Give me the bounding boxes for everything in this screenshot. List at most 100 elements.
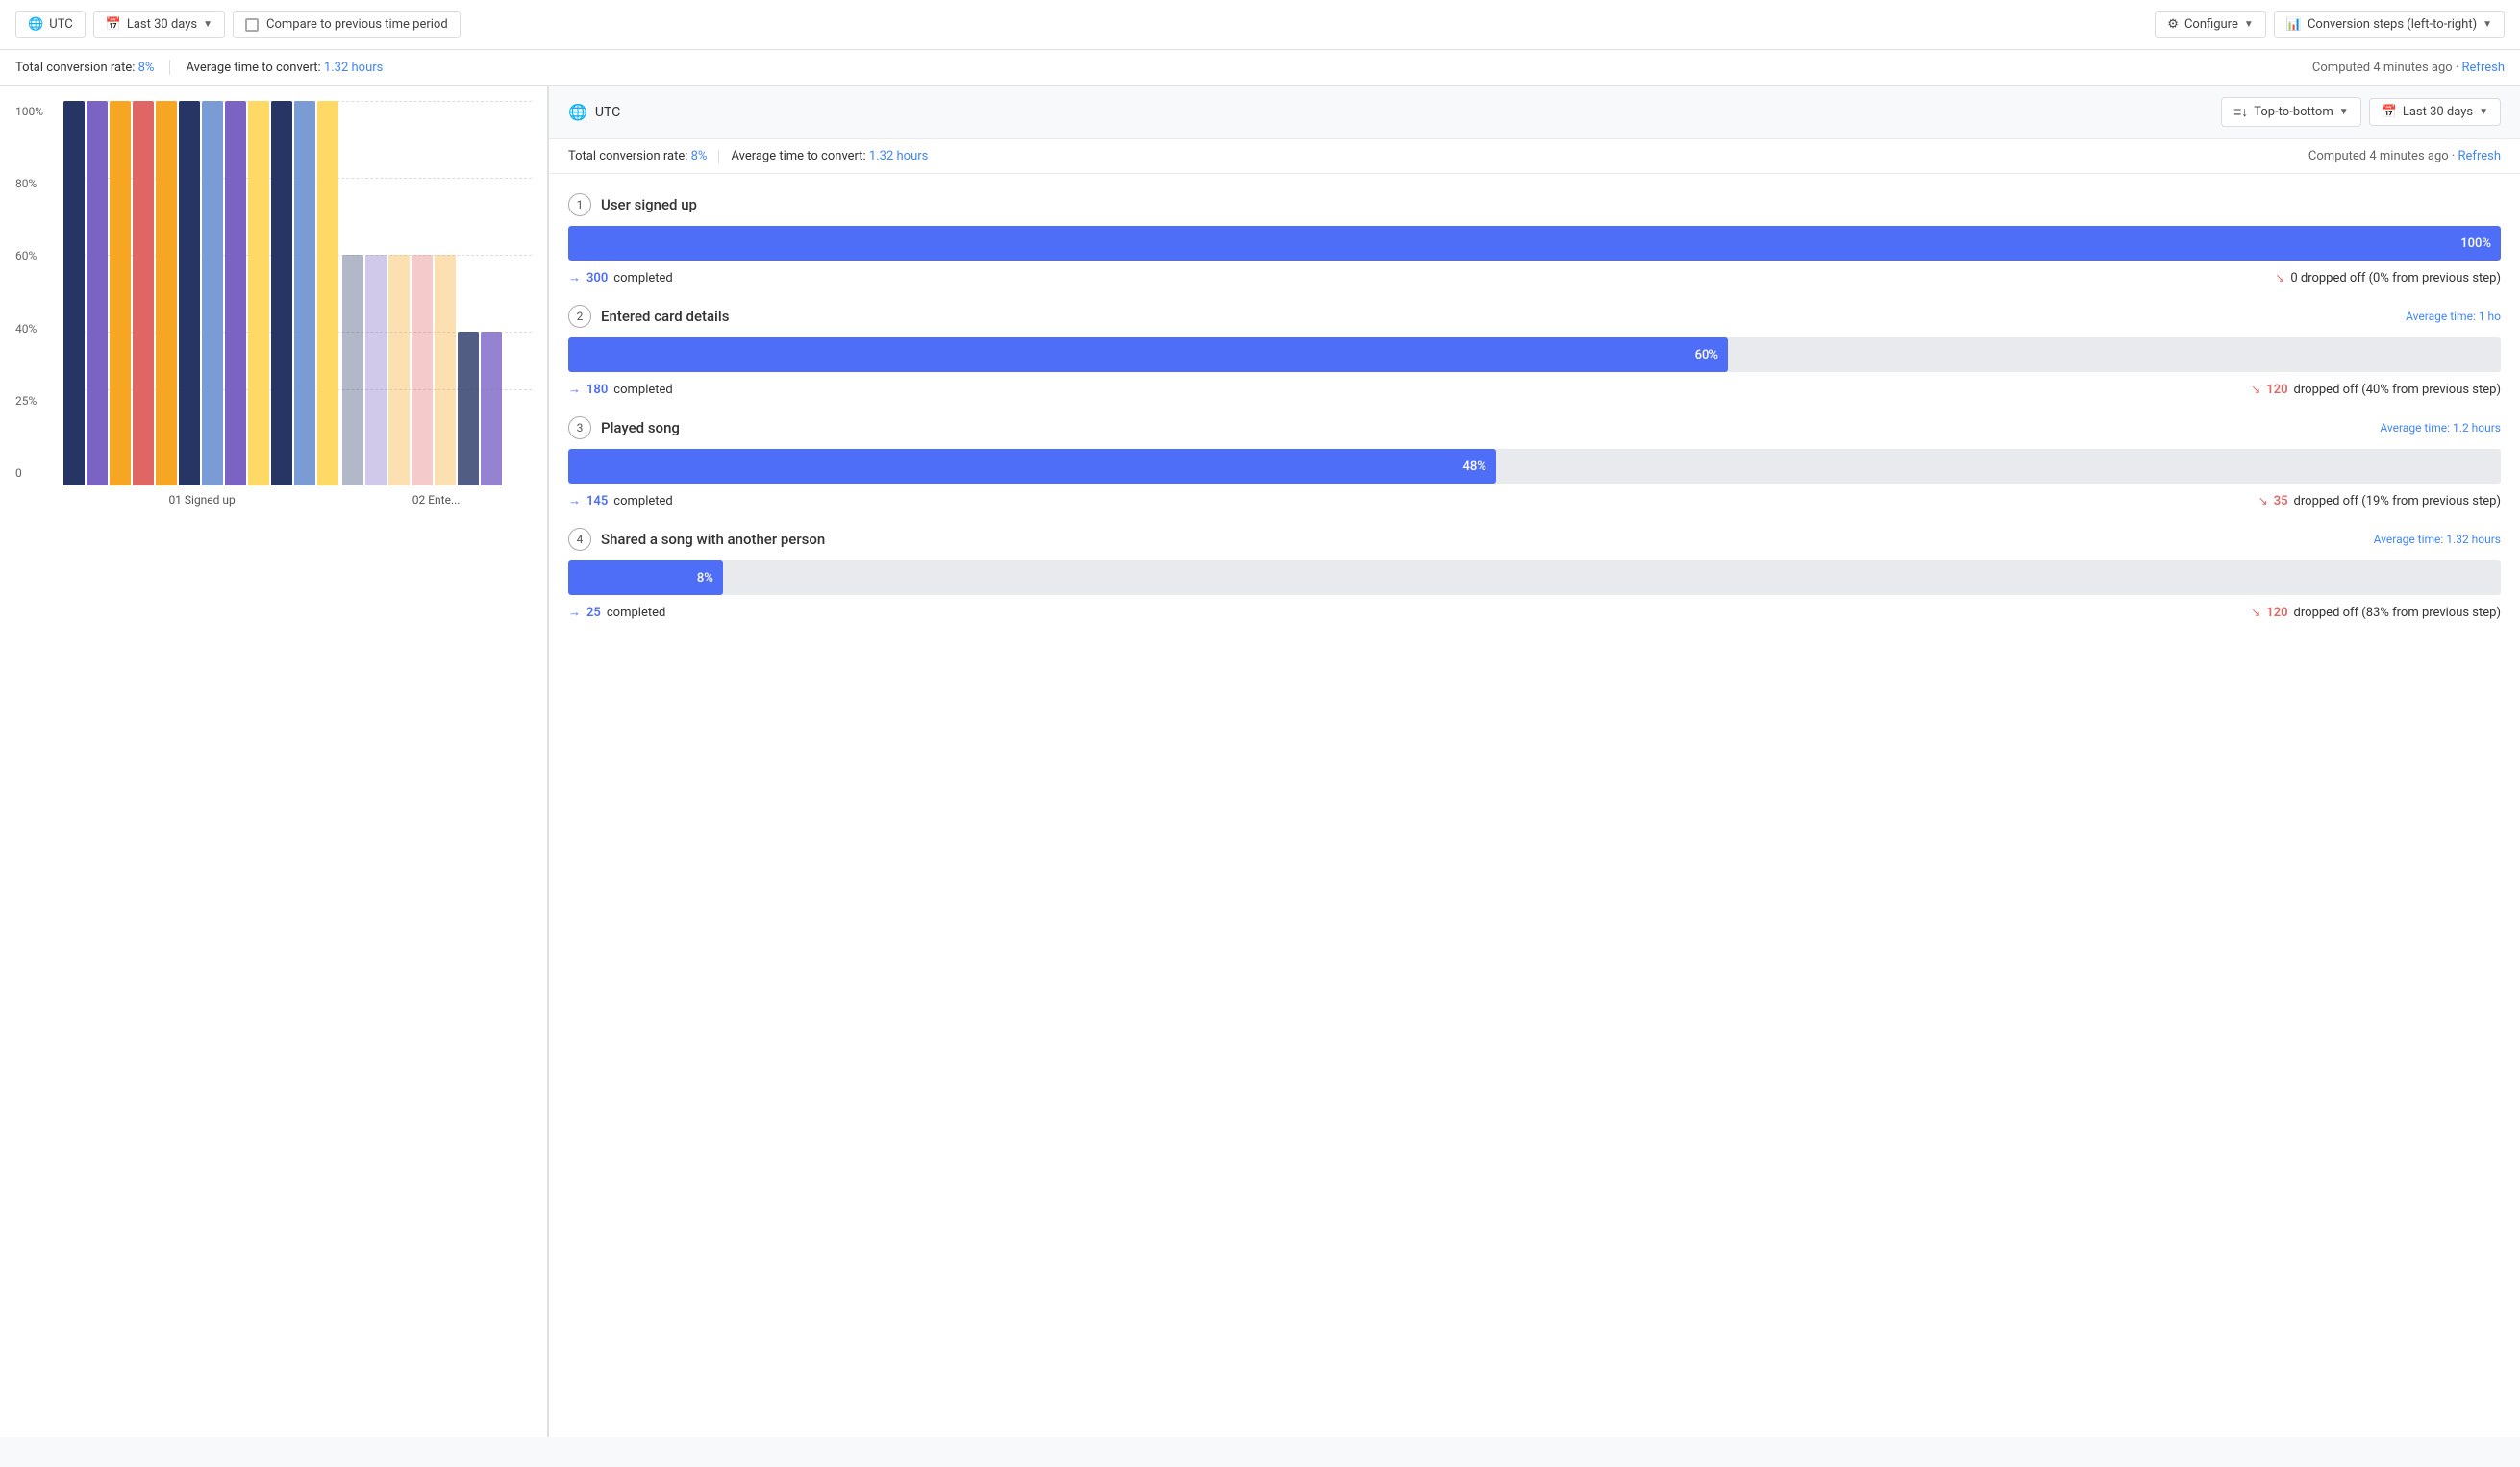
- step-1-dropped-count: 0 dropped off (0% from previous step): [2290, 271, 2501, 286]
- panel-header: 🌐 UTC ≡↓ Top-to-bottom ▼ 📅 Last 30 days …: [549, 86, 2520, 139]
- step-2-progress-label: 60%: [1695, 348, 1718, 362]
- step-1-dropped: ↘ 0 dropped off (0% from previous step): [2275, 271, 2501, 286]
- step-2-number: 2: [568, 305, 591, 328]
- panel-date-range-selector[interactable]: 📅 Last 30 days ▼: [2369, 98, 2501, 126]
- step-4-title: Shared a song with another person: [601, 531, 2364, 548]
- step-3-dropped: ↘ 35 dropped off (19% from previous step…: [2258, 494, 2501, 509]
- sort-selector[interactable]: ≡↓ Top-to-bottom ▼: [2221, 97, 2361, 127]
- panel-refresh-link[interactable]: Refresh: [2458, 149, 2501, 163]
- chart-area: 100% 80% 60% 40% 25% 0: [0, 86, 548, 1437]
- top-bar: 🌐 UTC 📅 Last 30 days ▼ Compare to previo…: [0, 0, 2520, 50]
- bar-h6-dark: [458, 332, 479, 485]
- refresh-link-top[interactable]: Refresh: [2462, 61, 2505, 75]
- step-1-number: 1: [568, 193, 591, 216]
- step-1-progress-container: 100%: [568, 226, 2501, 261]
- steps-icon: 📊: [2286, 17, 2302, 32]
- bar-10: [271, 101, 292, 485]
- arrow-icon: →: [568, 270, 581, 286]
- step-1-stats: → 300 completed ↘ 0 dropped off (0% from…: [568, 270, 2501, 286]
- chevron-down-icon: ▼: [2339, 107, 2349, 117]
- configure-button[interactable]: ⚙ Configure ▼: [2155, 11, 2265, 38]
- x-label-2: 02 Ente...: [340, 493, 532, 507]
- chart-group-2: [342, 255, 502, 485]
- chevron-down-icon: ▼: [2479, 107, 2488, 117]
- step-2-progress-fill: 60%: [568, 337, 1728, 372]
- step-1-progress-label: 100%: [2460, 236, 2491, 251]
- total-conversion-label: Total conversion rate: 8%: [15, 61, 154, 75]
- y-axis-labels: 100% 80% 60% 40% 25% 0: [15, 105, 43, 480]
- step-3-header: 3 Played song Average time: 1.2 hours: [568, 416, 2501, 439]
- date-range-label: Last 30 days: [127, 17, 197, 32]
- avg-time-label: Average time to convert: 1.32 hours: [186, 61, 383, 75]
- compare-toggle[interactable]: Compare to previous time period: [233, 11, 461, 38]
- conversion-steps-selector[interactable]: 📊 Conversion steps (left-to-right) ▼: [2274, 11, 2505, 38]
- step-3-dropped-count: 35: [2274, 494, 2288, 509]
- bar-12: [317, 101, 338, 485]
- arrow-icon: →: [568, 382, 581, 397]
- step-2-completed: → 180 completed: [568, 382, 673, 397]
- bar-8: [225, 101, 246, 485]
- date-range-selector[interactable]: 📅 Last 30 days ▼: [93, 11, 225, 38]
- conversion-steps-label: Conversion steps (left-to-right): [2308, 17, 2477, 32]
- bar-9: [248, 101, 269, 485]
- drop-arrow-icon: ↘: [2251, 606, 2260, 619]
- step-3-stats: → 145 completed ↘ 35 dropped off (19% fr…: [568, 493, 2501, 509]
- timezone-label: UTC: [49, 17, 72, 32]
- chevron-down-icon: ▼: [2483, 19, 2492, 30]
- bar-2: [87, 101, 108, 485]
- step-4-completed: → 25 completed: [568, 605, 665, 620]
- panel-conversion-value[interactable]: 8%: [691, 149, 708, 163]
- bars-area: [63, 101, 532, 485]
- panel-header-right: ≡↓ Top-to-bottom ▼ 📅 Last 30 days ▼: [2221, 97, 2501, 127]
- chevron-down-icon: ▼: [203, 19, 212, 30]
- globe-icon: 🌐: [568, 103, 587, 121]
- step-1-progress-fill: 100%: [568, 226, 2501, 261]
- panel-avg-time-value[interactable]: 1.32 hours: [869, 149, 928, 163]
- step-1-completed: → 300 completed: [568, 270, 673, 286]
- x-axis-labels: 01 Signed up 02 Ente...: [63, 493, 532, 507]
- sort-label: Top-to-bottom: [2254, 105, 2333, 119]
- step-2-header: 2 Entered card details Average time: 1 h…: [568, 305, 2501, 328]
- x-label-1: 01 Signed up: [63, 493, 340, 507]
- step-3-progress-container: 48%: [568, 449, 2501, 484]
- avg-time-value[interactable]: 1.32 hours: [324, 61, 383, 75]
- timezone-selector[interactable]: 🌐 UTC: [15, 11, 86, 38]
- calendar-icon: 📅: [2382, 105, 2397, 119]
- checkbox-icon: [245, 18, 259, 32]
- step-2-count: 180: [586, 383, 608, 397]
- step-3-progress-fill: 48%: [568, 449, 1496, 484]
- top-bar-left: 🌐 UTC 📅 Last 30 days ▼ Compare to previo…: [15, 11, 2147, 38]
- step-2-title: Entered card details: [601, 308, 2396, 325]
- drop-arrow-icon: ↘: [2258, 494, 2268, 508]
- step-1-title: User signed up: [601, 196, 2501, 213]
- step-4-count: 25: [586, 606, 601, 620]
- chart-container: 01 Signed up 02 Ente...: [63, 101, 532, 507]
- panel-stats-bar: Total conversion rate: 8% Average time t…: [549, 139, 2520, 174]
- step-4-progress-label: 8%: [697, 571, 713, 585]
- step-4-progress-fill: 8%: [568, 560, 723, 595]
- step-3-count: 145: [586, 494, 608, 509]
- bar-3: [110, 101, 131, 485]
- bar-4: [133, 101, 154, 485]
- step-2-progress-container: 60%: [568, 337, 2501, 372]
- step-3-progress-label: 48%: [1462, 460, 1485, 474]
- step-1-count: 300: [586, 271, 608, 286]
- total-conversion-value[interactable]: 8%: [138, 61, 155, 75]
- bar-11: [294, 101, 315, 485]
- step-4-stats: → 25 completed ↘ 120 dropped off (83% fr…: [568, 605, 2501, 620]
- drop-arrow-icon: ↘: [2251, 383, 2260, 396]
- chevron-down-icon: ▼: [2244, 19, 2254, 30]
- stats-bar-right: Computed 4 minutes ago · Refresh: [2312, 61, 2505, 75]
- bar-h7-dark: [481, 332, 502, 485]
- step-2-stats: → 180 completed ↘ 120 dropped off (40% f…: [568, 382, 2501, 397]
- funnel-steps: 1 User signed up 100% → 300 completed: [549, 193, 2520, 639]
- step-1-header: 1 User signed up: [568, 193, 2501, 216]
- step-2-dropped-count: 120: [2266, 383, 2287, 397]
- panel-stats-left: Total conversion rate: 8% Average time t…: [568, 149, 2308, 163]
- step-3-title: Played song: [601, 419, 2370, 436]
- bar-h2: [365, 255, 387, 485]
- compare-label: Compare to previous time period: [266, 17, 448, 32]
- globe-icon: 🌐: [28, 17, 43, 32]
- drop-arrow-icon: ↘: [2275, 271, 2284, 285]
- funnel-step-4: 4 Shared a song with another person Aver…: [568, 528, 2501, 620]
